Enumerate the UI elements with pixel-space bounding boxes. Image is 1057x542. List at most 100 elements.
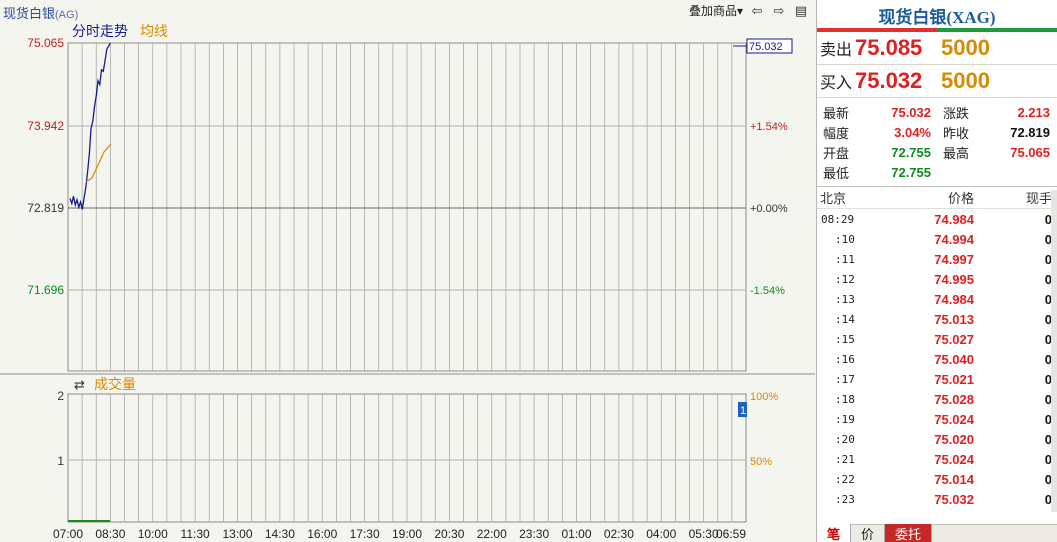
tick-time: :11 [835,252,855,266]
y-right-tick-3: -1.54% [750,285,785,297]
tick-price: 75.013 [934,311,974,327]
y-left-tick-1: 75.065 [27,36,64,50]
tick-price: 75.027 [934,331,974,347]
buy-price: 75.032 [855,68,923,93]
tick-hand: 0 [1044,211,1052,227]
down-bar [937,28,1057,32]
tick-hand: 0 [1044,251,1052,267]
latest-label: 最新 [823,105,850,121]
tick-price: 75.024 [934,411,974,427]
tick-row: :12 74.995 0 [817,269,1057,289]
tick-time: :23 [835,492,855,506]
tick-price: 74.995 [934,271,974,287]
ticks-scrollbar[interactable] [1051,190,1057,512]
up-bar [817,28,937,32]
tick-row: :14 75.013 0 [817,309,1057,329]
tick-hand: 0 [1044,431,1052,447]
tick-row: :20 75.020 0 [817,429,1057,449]
tick-time: :10 [835,232,855,246]
tick-price: 74.997 [934,251,974,267]
time-axis-label: 06:59 [716,527,746,541]
time-axis-label: 19:00 [392,527,422,541]
amplitude-label: 幅度 [823,125,850,141]
low-label: 最低 [823,165,850,181]
time-axis-label: 20:30 [434,527,464,541]
y-left-tick-4: 71.696 [27,283,64,297]
time-axis-label: 16:00 [307,527,337,541]
tick-row: :19 75.024 0 [817,409,1057,429]
quote-panel: 现货白银(XAG) 卖出 75.085 5000 买入 75.032 5000 … [816,0,1057,542]
tick-price: 74.984 [934,291,974,307]
time-axis-label: 07:00 [53,527,83,541]
tick-price: 75.028 [934,391,974,407]
buy-label: 买入 [820,75,853,92]
tick-hand: 0 [1044,351,1052,367]
tick-row: :10 74.994 0 [817,229,1057,249]
tick-hand: 0 [1044,371,1052,387]
sell-volume: 5000 [941,35,990,60]
tick-hand: 0 [1044,391,1052,407]
tick-row: :18 75.028 0 [817,389,1057,409]
buy-row: 买入 75.032 5000 [817,65,1057,98]
sell-price: 75.085 [855,35,923,60]
ticks-header: 北京 价格 现手 [817,187,1057,209]
tick-hand: 0 [1044,451,1052,467]
time-axis-label: 14:30 [265,527,295,541]
volume-marker-text: 1 [740,405,746,417]
tab-orders[interactable]: 委托 [885,524,933,542]
price-chart-title: 分时走势 [72,23,128,39]
tick-time: :19 [835,412,855,426]
tick-hand: 0 [1044,471,1052,487]
swap-icon[interactable]: ⇄ [74,377,85,392]
app-window: 现货白银(AG) 叠加商品▾ ⇦ ⇨ ▤ 分时走势 均线 75.065 73.9… [0,0,1057,542]
y-left-tick-3: 72.819 [27,201,64,215]
avg-line-label: 均线 [140,23,168,39]
tick-time: :13 [835,292,855,306]
time-axis-label: 11:30 [181,527,210,541]
buy-volume: 5000 [941,68,990,93]
tick-row: :15 75.027 0 [817,329,1057,349]
tick-time: :22 [835,472,855,486]
time-axis-label: 02:30 [604,527,634,541]
time-axis-label: 04:00 [646,527,676,541]
chart-panel: 现货白银(AG) 叠加商品▾ ⇦ ⇨ ▤ 分时走势 均线 75.065 73.9… [0,0,815,542]
tick-price: 75.040 [934,351,974,367]
tick-hand: 0 [1044,491,1052,507]
tick-time: :14 [835,312,855,326]
prev-close-label: 昨收 [943,125,970,141]
price-vertical-grid [81,43,733,371]
quote-stats: 最新 75.032 涨跌 2.213 幅度 3.04% 昨收 72.819 开盘… [817,98,1057,187]
tick-row: 08:29 74.984 0 [817,209,1057,229]
tick-row: :23 75.032 0 [817,489,1057,509]
chart-svg: 分时走势 均线 75.065 73.942 72.819 71.696 +1.5… [0,23,815,541]
time-axis-label: 10:00 [138,527,168,541]
time-axis-label: 08:30 [95,527,125,541]
current-price-tag-text: 75.032 [749,41,783,53]
quote-tabs: 笔 价 委托 [817,524,1057,542]
tick-hand: 0 [1044,271,1052,287]
tick-price: 74.994 [934,231,974,247]
tab-ticks[interactable]: 笔 [817,524,852,542]
change-value: 2.213 [1017,104,1050,120]
volume-chart-title: 成交量 [94,376,136,392]
tick-price: 75.024 [934,451,974,467]
tick-hand: 0 [1044,291,1052,307]
time-axis-label: 05:30 [689,527,719,541]
vol-right-tick-2: 50% [750,456,772,468]
ticks-time-header: 北京 [820,191,847,206]
y-right-tick-1: +1.54% [750,121,788,133]
tick-row: :21 75.024 0 [817,449,1057,469]
tick-row: :22 75.014 0 [817,469,1057,489]
tab-price[interactable]: 价 [851,524,886,542]
ticks-hand-header: 现手 [1025,191,1052,206]
tick-time: :21 [835,452,855,466]
tick-row: :17 75.021 0 [817,369,1057,389]
tick-time: :15 [835,332,855,346]
sell-label: 卖出 [820,42,853,59]
tick-hand: 0 [1044,411,1052,427]
amplitude-value: 3.04% [894,124,931,140]
ticks-list[interactable]: 08:29 74.984 0:10 74.994 0:11 74.997 0:12 74.99… [817,209,1057,509]
ticks-price-header: 价格 [947,191,974,206]
high-label: 最高 [943,145,970,161]
low-value: 72.755 [891,164,931,180]
